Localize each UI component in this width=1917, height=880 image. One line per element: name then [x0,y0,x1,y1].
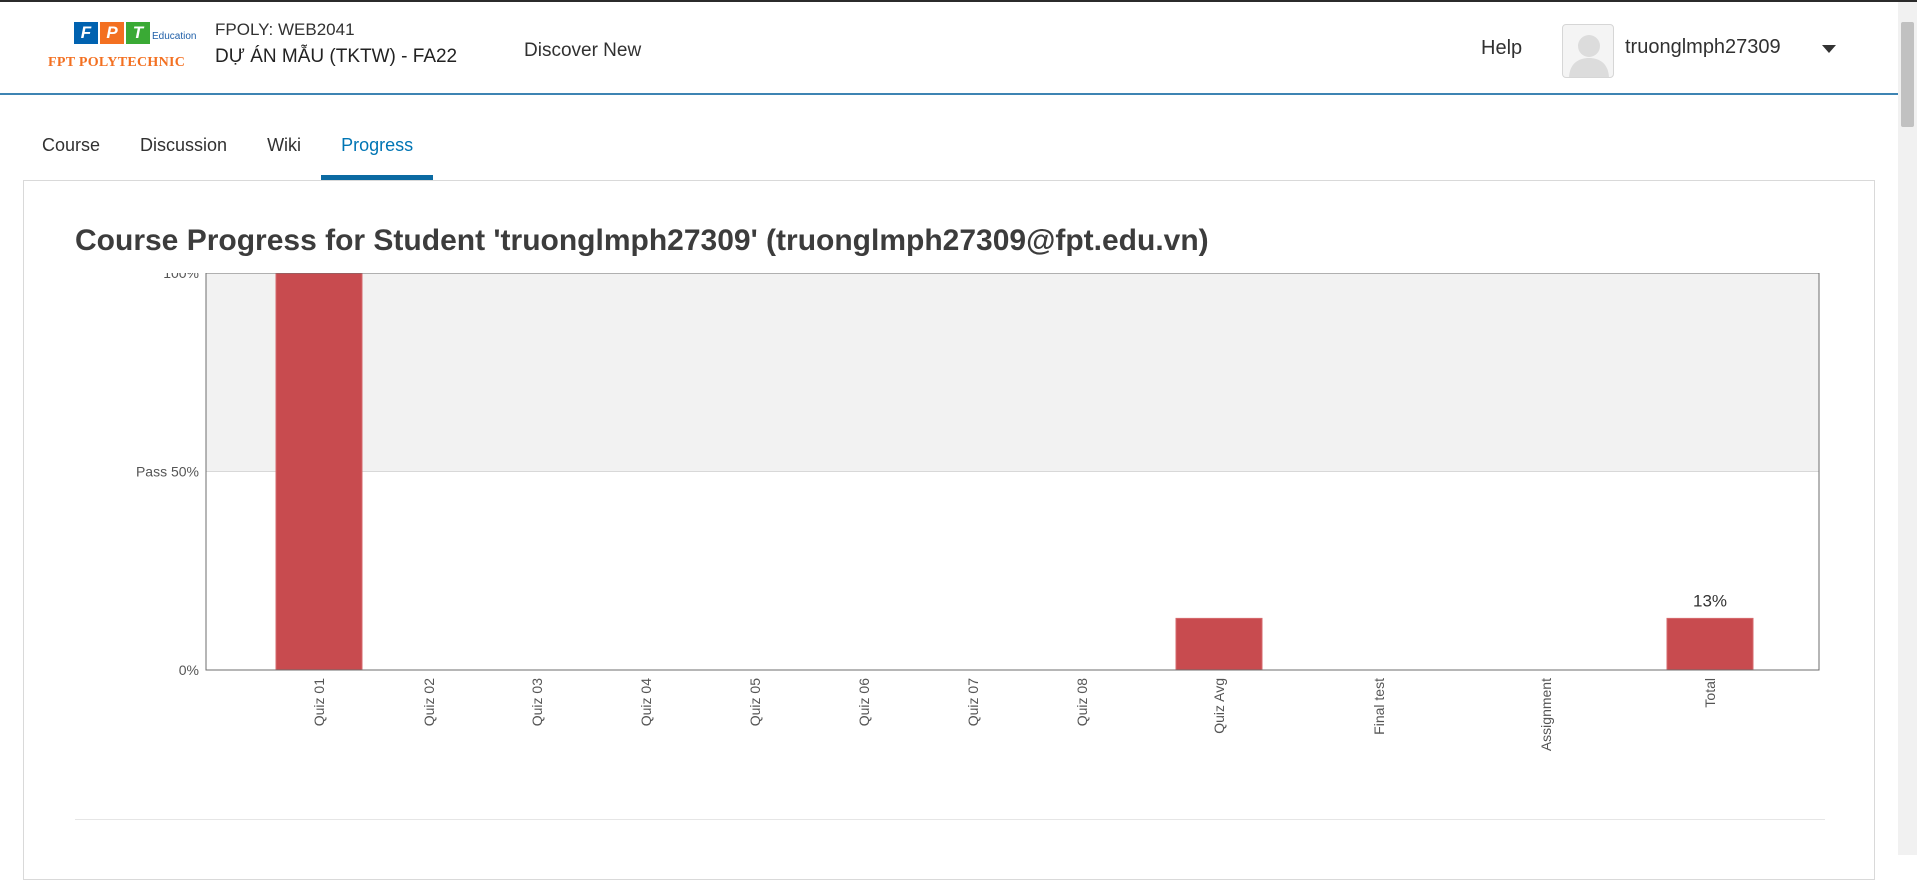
progress-chart: 100% Pass 50% 0% Quiz 01 Quiz 02 Quiz 03 Quiz … [136,265,1820,751]
course-code: FPOLY: WEB2041 [215,20,355,39]
fpt-polytechnic-logo[interactable]: F P T Education FPT POLYTECHNIC [44,20,197,78]
x-tick-label: Quiz Avg [1211,678,1227,734]
x-tick-label: Quiz 03 [529,678,545,726]
bar-quiz-01 [275,272,363,671]
x-tick-label: Quiz 05 [747,678,763,726]
x-tick-label: Quiz 07 [965,678,981,726]
x-tick-label: Quiz 01 [311,678,327,726]
logo-letter-p: P [100,22,124,44]
y-tick-label: Pass 50% [136,464,199,480]
logo-education-text: Education [152,31,197,42]
x-tick-label: Quiz 02 [421,678,437,726]
pass-zone [206,273,1819,472]
x-tick-label: Final test [1371,678,1387,735]
x-tick-label: Assignment [1538,678,1554,751]
y-tick-label: 0% [179,662,199,678]
page-title: Course Progress for Student 'truonglmph2… [75,224,1209,257]
logo-letter-f: F [74,22,98,44]
progress-chart-container: 100% Pass 50% 0% Quiz 01 Quiz 02 Quiz 03 Quiz … [24,265,1874,803]
logo-letter-t: T [126,22,150,44]
y-tick-label: 100% [163,273,199,281]
user-menu[interactable]: truonglmph27309 [1562,24,1836,80]
fpt-letters: F P T [74,22,150,46]
tab-progress[interactable]: Progress [321,124,434,180]
avatar [1562,24,1614,78]
course-tabs: Course Discussion Wiki Progress [22,124,434,180]
progress-panel: Course Progress for Student 'truonglmph2… [23,180,1875,880]
help-link[interactable]: Help [1481,37,1522,60]
x-tick-label: Quiz 04 [638,678,654,726]
logo-polytechnic-text: FPT POLYTECHNIC [48,55,186,70]
chevron-down-icon[interactable] [1822,45,1836,53]
section-divider [75,819,1825,820]
vertical-scrollbar[interactable] [1898,2,1917,855]
discover-new-link[interactable]: Discover New [524,40,641,62]
user-silhouette-icon [1569,35,1609,77]
scrollbar-thumb[interactable] [1901,22,1914,127]
course-name: DỰ ÁN MẪU (TKTW) - FA22 [215,46,458,67]
x-tick-label: Total [1702,678,1718,708]
site-header: F P T Education FPT POLYTECHNIC FPOLY: W… [0,2,1898,95]
data-label-total: 13% [1693,591,1727,610]
x-tick-label: Quiz 06 [856,678,872,726]
x-tick-label: Quiz 08 [1074,678,1090,726]
tab-course[interactable]: Course [22,124,120,180]
tab-discussion[interactable]: Discussion [120,124,247,180]
bar-quiz-avg [1175,617,1263,671]
bar-total [1666,617,1754,671]
tab-wiki[interactable]: Wiki [247,124,321,180]
username: truonglmph27309 [1625,36,1781,58]
